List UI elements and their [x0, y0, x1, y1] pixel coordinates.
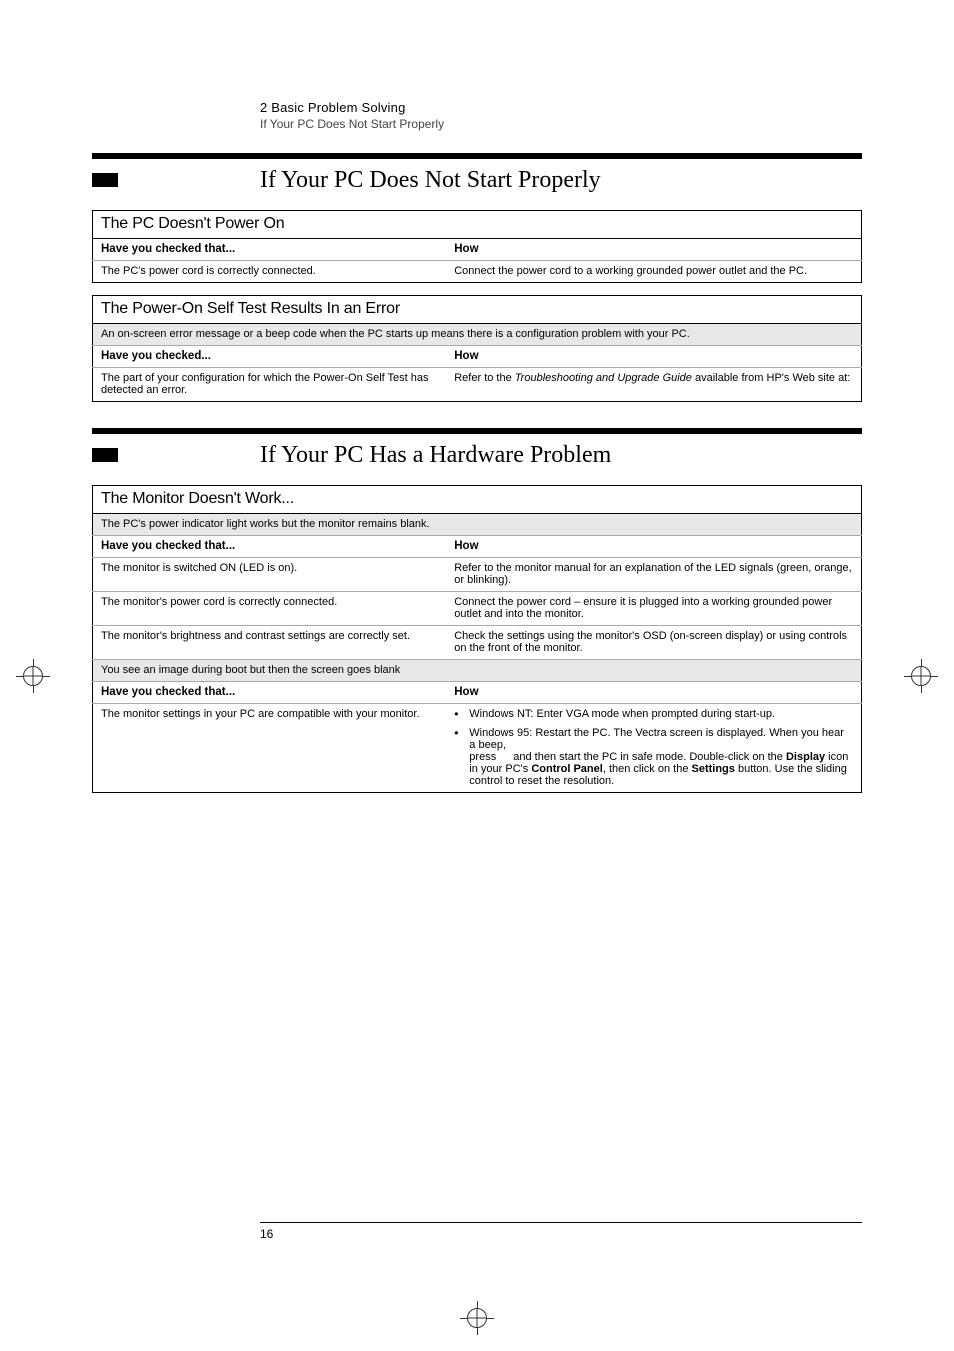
bullet-row-1: • Windows NT: Enter VGA mode when prompt…: [454, 708, 853, 721]
cell-checked: The PC's power cord is correctly connect…: [93, 261, 447, 283]
b2-line2c: , then click on the: [603, 763, 692, 775]
cell-how: Connect the power cord – ensure it is pl…: [446, 592, 861, 626]
bullet-text: Windows NT: Enter VGA mode when prompted…: [469, 708, 852, 720]
crop-mark-right: [904, 659, 938, 693]
table-post: The Power-On Self Test Results In an Err…: [92, 295, 862, 402]
bold-control-panel: Control Panel: [531, 763, 603, 775]
heading-tab-2: [92, 448, 118, 462]
section-title-monitor: The Monitor Doesn't Work...: [93, 486, 862, 514]
heading-1: If Your PC Does Not Start Properly: [260, 167, 862, 194]
rule-thick-1: [92, 153, 862, 159]
footer-rule: [260, 1222, 862, 1223]
page-footer: 16: [92, 1222, 862, 1241]
section-title-post: The Power-On Self Test Results In an Err…: [93, 296, 862, 324]
how-suffix: available from HP's Web site at:: [692, 372, 850, 384]
heading-2: If Your PC Has a Hardware Problem: [260, 442, 862, 469]
th-checked: Have you checked that...: [93, 682, 447, 704]
cell-checked: The monitor's power cord is correctly co…: [93, 592, 447, 626]
chapter-heading: 2 Basic Problem Solving If Your PC Does …: [260, 100, 862, 131]
how-prefix: Refer to the: [454, 372, 515, 384]
th-how: How: [446, 682, 861, 704]
section-title-poweron: The PC Doesn't Power On: [93, 211, 862, 239]
running-head: If Your PC Does Not Start Properly: [260, 117, 862, 131]
page-number: 16: [260, 1227, 862, 1241]
b2-line2a: and then start the PC in safe mode. Doub…: [513, 751, 786, 763]
bold-display: Display: [786, 751, 825, 763]
cell-checked: The part of your configuration for which…: [93, 368, 447, 402]
th-how: How: [446, 536, 861, 558]
bullet-text: Windows 95: Restart the PC. The Vectra s…: [469, 727, 852, 787]
shade-intro-post: An on-screen error message or a beep cod…: [93, 324, 862, 346]
cell-how: Check the settings using the monitor's O…: [446, 626, 861, 660]
table-poweron: The PC Doesn't Power On Have you checked…: [92, 210, 862, 283]
cell-how: • Windows NT: Enter VGA mode when prompt…: [446, 704, 861, 793]
rule-thick-2: [92, 428, 862, 434]
th-checked: Have you checked that...: [93, 239, 447, 261]
chapter-number-title: 2 Basic Problem Solving: [260, 100, 862, 115]
th-checked: Have you checked...: [93, 346, 447, 368]
bold-settings: Settings: [692, 763, 735, 775]
table-monitor: The Monitor Doesn't Work... The PC's pow…: [92, 485, 862, 793]
heading-block-1: If Your PC Does Not Start Properly: [92, 167, 862, 194]
shade-mid-monitor: You see an image during boot but then th…: [93, 660, 862, 682]
cell-how: Connect the power cord to a working grou…: [446, 261, 861, 283]
crop-mark-bottom: [460, 1301, 494, 1335]
crop-mark-left: [16, 659, 50, 693]
b2-line1: Windows 95: Restart the PC. The Vectra s…: [469, 727, 844, 751]
heading-block-2: If Your PC Has a Hardware Problem: [92, 442, 862, 469]
th-how: How: [446, 346, 861, 368]
shade-intro-monitor: The PC's power indicator light works but…: [93, 514, 862, 536]
cell-checked: The monitor's brightness and contrast se…: [93, 626, 447, 660]
bullet-icon: •: [454, 708, 466, 721]
page-body: 2 Basic Problem Solving If Your PC Does …: [92, 60, 862, 805]
th-how: How: [446, 239, 861, 261]
cell-how: Refer to the Troubleshooting and Upgrade…: [446, 368, 861, 402]
press-label: press: [469, 751, 496, 763]
cell-checked: The monitor settings in your PC are comp…: [93, 704, 447, 793]
bullet-row-2: • Windows 95: Restart the PC. The Vectra…: [454, 727, 853, 787]
cell-checked: The monitor is switched ON (LED is on).: [93, 558, 447, 592]
th-checked: Have you checked that...: [93, 536, 447, 558]
bullet-icon: •: [454, 727, 466, 740]
cell-how: Refer to the monitor manual for an expla…: [446, 558, 861, 592]
heading-tab-1: [92, 173, 118, 187]
how-em: Troubleshooting and Upgrade Guide: [515, 372, 692, 384]
